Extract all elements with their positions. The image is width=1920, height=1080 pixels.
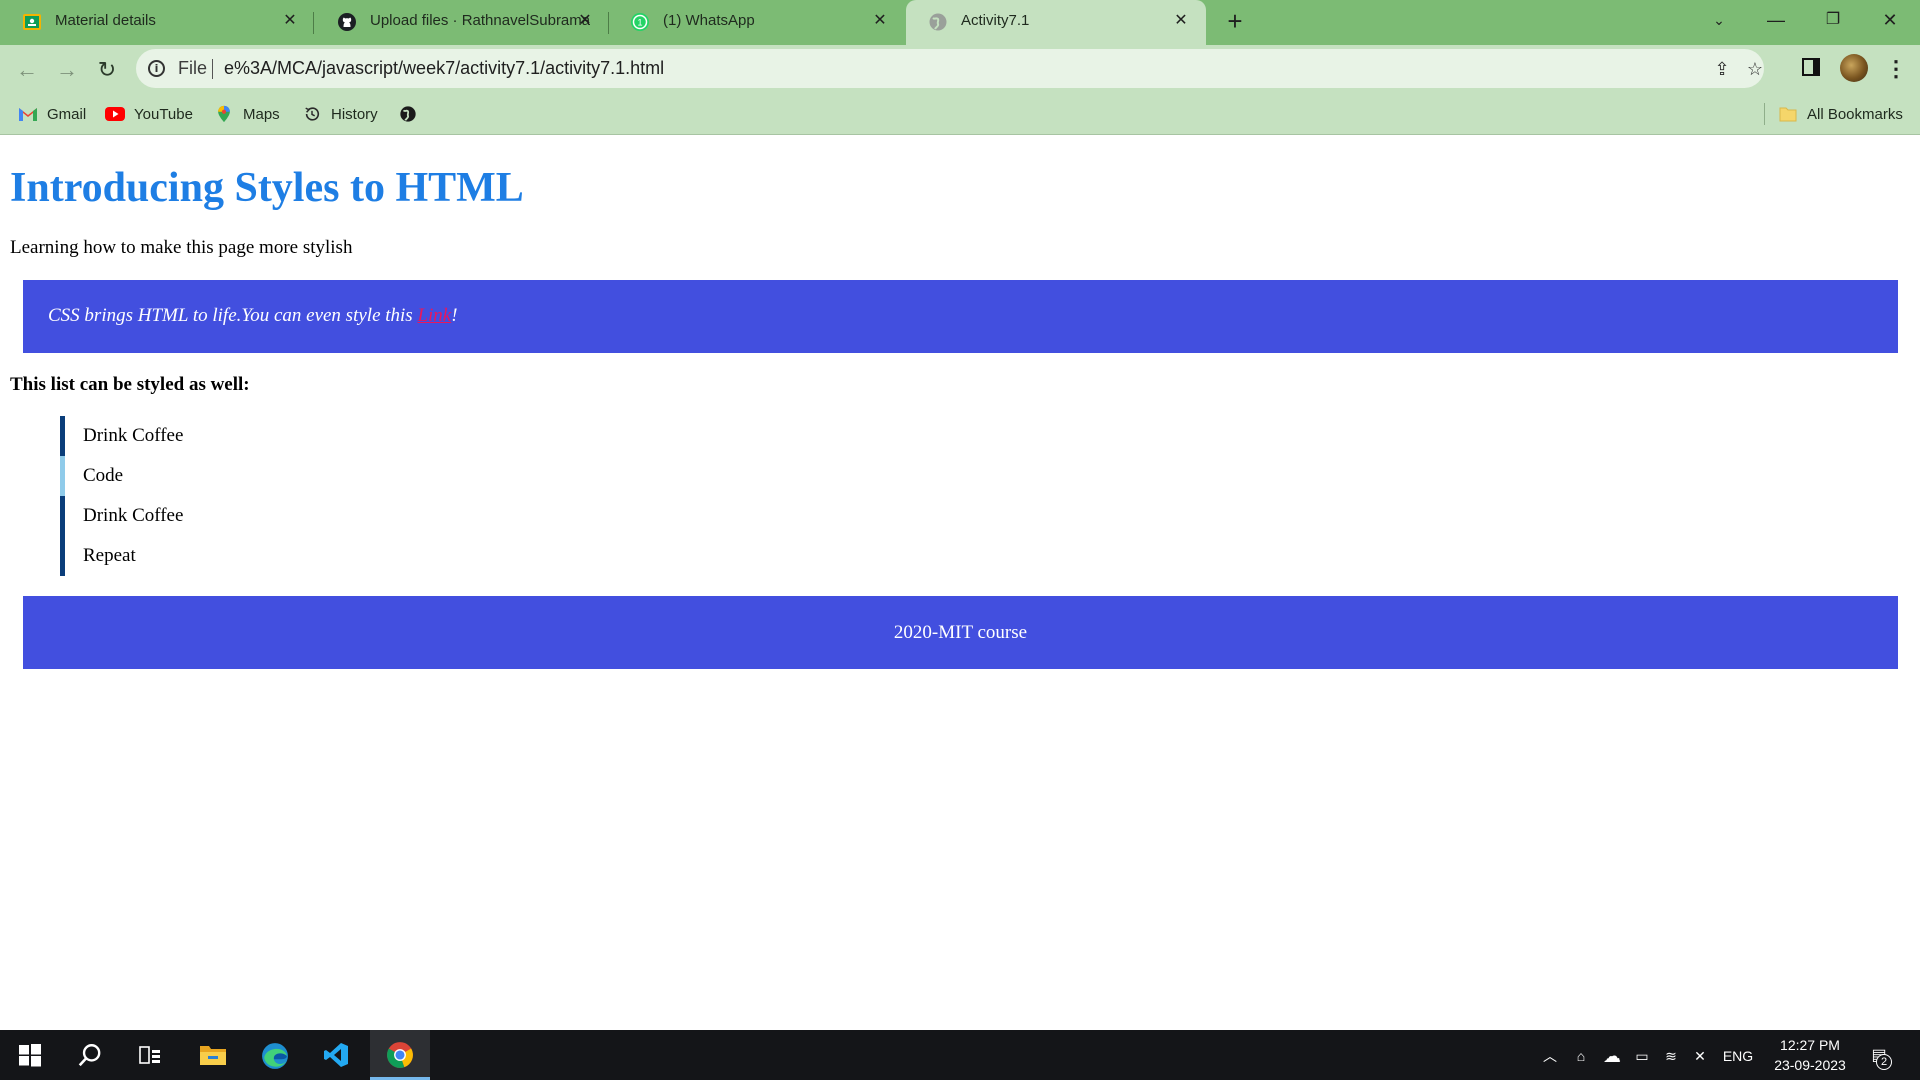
minimize-button[interactable]: — (1756, 4, 1796, 36)
edge-icon (262, 1043, 288, 1069)
page-footer: 2020-MIT course (23, 596, 1898, 669)
close-icon[interactable]: ✕ (1170, 10, 1192, 32)
svg-text:1: 1 (637, 18, 642, 28)
notification-count-badge: 2 (1876, 1054, 1892, 1070)
bookmark-label: YouTube (134, 105, 193, 123)
tab-search-chevron-icon[interactable]: ⌄ (1699, 4, 1739, 36)
globe-icon (929, 13, 947, 31)
bookmark-label: History (331, 105, 378, 123)
url-scheme: File (178, 58, 208, 78)
all-bookmarks-label: All Bookmarks (1807, 105, 1903, 123)
task-view-button[interactable] (120, 1030, 180, 1080)
profile-avatar[interactable] (1840, 54, 1868, 82)
list-item: Drink Coffee (60, 416, 460, 456)
bookmark-youtube[interactable]: YouTube (105, 103, 193, 125)
address-bar[interactable]: i File e%3A/MCA/javascript/week7/activit… (136, 49, 1764, 88)
maps-icon (218, 105, 230, 123)
bookmark-globe[interactable] (398, 103, 427, 125)
folder-icon (1779, 107, 1797, 122)
start-button[interactable] (0, 1030, 60, 1080)
bookmark-maps[interactable]: Maps (214, 103, 280, 125)
show-hidden-icons-chevron-icon[interactable]: ︿ (1538, 1045, 1562, 1067)
close-icon[interactable]: ✕ (279, 10, 301, 32)
web-page-content: Introducing Styles to HTML Learning how … (0, 135, 1920, 1030)
tab-title: (1) WhatsApp (663, 12, 755, 29)
youtube-icon (105, 107, 125, 121)
chrome-icon (387, 1042, 413, 1068)
banner-text-after: ! (451, 305, 458, 326)
bookmark-label: Maps (243, 105, 280, 123)
bookmark-star-icon[interactable]: ☆ (1744, 58, 1766, 80)
browser-toolbar: ← → ↻ i File e%3A/MCA/javascript/week7/a… (0, 45, 1920, 93)
close-icon[interactable]: ✕ (869, 10, 891, 32)
task-view-icon (139, 1046, 160, 1064)
vscode-icon (324, 1043, 348, 1067)
search-button[interactable] (60, 1030, 120, 1080)
globe-icon (400, 106, 416, 122)
tab-title: Activity7.1 (961, 12, 1030, 29)
bookmarks-bar: Gmail YouTube Maps History All Bookmarks (0, 93, 1920, 135)
tab-activity[interactable]: Activity7.1 ✕ (906, 0, 1206, 45)
reload-button[interactable]: ↻ (92, 55, 122, 85)
list-item: Code (60, 456, 460, 496)
vscode-button[interactable] (306, 1030, 366, 1080)
search-icon (78, 1044, 101, 1067)
site-info-icon[interactable]: i (148, 60, 165, 77)
windows-taskbar: ︿ ⌂ ☁ ▭ ≋ ✕ ENG 12:27 PM 23-09-2023 ▤ 2 (0, 1030, 1920, 1080)
chrome-button[interactable] (370, 1030, 430, 1080)
page-subtitle: Learning how to make this page more styl… (10, 237, 353, 258)
google-classroom-icon (23, 14, 41, 30)
volume-muted-icon[interactable]: ✕ (1688, 1045, 1712, 1067)
tab-material-details[interactable]: Material details ✕ (0, 0, 315, 45)
language-indicator[interactable]: ENG (1716, 1045, 1760, 1067)
side-panel-icon[interactable] (1802, 58, 1820, 76)
file-explorer-button[interactable] (183, 1030, 243, 1080)
close-icon[interactable]: ✕ (574, 10, 596, 32)
css-banner: CSS brings HTML to life.You can even sty… (23, 280, 1898, 353)
clock-date[interactable]: 23-09-2023 (1760, 1056, 1860, 1074)
styled-link[interactable]: Link (417, 305, 451, 326)
restore-button[interactable]: ❐ (1813, 4, 1853, 36)
file-explorer-icon (200, 1046, 226, 1065)
close-window-button[interactable]: ✕ (1870, 4, 1910, 36)
bookmark-history[interactable]: History (302, 103, 378, 125)
onedrive-cloud-icon[interactable]: ☁ (1599, 1045, 1625, 1067)
list-heading: This list can be styled as well: (10, 374, 250, 395)
tab-title: Material details (55, 12, 156, 29)
divider (212, 59, 213, 79)
page-title: Introducing Styles to HTML (10, 165, 524, 211)
list-item: Repeat (60, 536, 460, 576)
banner-text-before: CSS brings HTML to life.You can even sty… (48, 305, 418, 326)
edge-button[interactable] (245, 1030, 305, 1080)
styled-list: Drink Coffee Code Drink Coffee Repeat (60, 416, 460, 576)
kebab-menu-icon[interactable]: ⋮ (1884, 55, 1908, 83)
meet-now-icon[interactable]: ⌂ (1569, 1045, 1593, 1067)
divider (1764, 103, 1765, 125)
tab-strip: Material details ✕ Upload files · Rathna… (0, 0, 1920, 45)
all-bookmarks-folder[interactable]: All Bookmarks (1778, 103, 1903, 125)
battery-icon[interactable]: ▭ (1630, 1045, 1654, 1067)
windows-start-icon (19, 1044, 41, 1067)
tab-whatsapp[interactable]: 1 (1) WhatsApp ✕ (608, 0, 905, 45)
tab-upload-files[interactable]: Upload files · RathnavelSubramani ✕ (315, 0, 610, 45)
whatsapp-icon: 1 (631, 13, 649, 31)
wifi-icon[interactable]: ≋ (1659, 1045, 1683, 1067)
new-tab-button[interactable]: + (1221, 8, 1249, 36)
banner-text: CSS brings HTML to life.You can even sty… (48, 304, 458, 328)
tab-separator (313, 12, 314, 34)
forward-button[interactable]: → (52, 55, 82, 85)
bookmark-label: Gmail (47, 105, 87, 123)
share-icon[interactable]: ⇪ (1711, 58, 1733, 80)
gmail-icon (19, 108, 37, 121)
github-icon (338, 13, 356, 31)
list-item: Drink Coffee (60, 496, 460, 536)
back-button[interactable]: ← (12, 55, 42, 85)
url-text[interactable]: e%3A/MCA/javascript/week7/activity7.1/ac… (224, 58, 664, 79)
tab-title: Upload files · RathnavelSubramani (370, 12, 590, 29)
bookmark-gmail[interactable]: Gmail (18, 103, 86, 125)
history-icon (305, 107, 320, 121)
clock-time[interactable]: 12:27 PM (1760, 1036, 1860, 1054)
